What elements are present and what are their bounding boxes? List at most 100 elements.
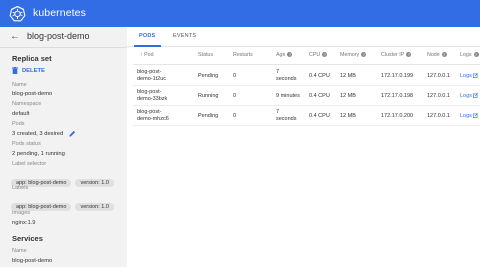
logs-label: Logs bbox=[460, 93, 472, 99]
pod-memory: 12 MB bbox=[340, 113, 356, 119]
row-divider bbox=[133, 85, 480, 86]
pod-cpu: 0.4 CPU bbox=[309, 73, 330, 79]
pod-logs-link[interactable]: Logs bbox=[460, 93, 478, 100]
pod-age: 9 minutes bbox=[276, 93, 300, 100]
pod-name-link[interactable]: blog-post-demo-33bzk bbox=[137, 89, 167, 103]
help-icon: ? bbox=[441, 52, 447, 58]
pod-node: 127.0.0.1 bbox=[427, 113, 450, 119]
pod-memory: 12 MB bbox=[340, 73, 356, 79]
open-in-new-icon bbox=[472, 73, 478, 79]
replica-set-section-title: Replica set bbox=[12, 54, 52, 63]
pods-status-value: 2 pending, 1 running bbox=[12, 151, 65, 157]
col-header-node-label: Node bbox=[427, 52, 440, 58]
pod-age-line: 7 bbox=[276, 69, 280, 75]
sort-arrow-icon: ↑ bbox=[140, 52, 143, 58]
open-in-new-icon bbox=[472, 113, 478, 119]
label-selector-label: Label selector bbox=[12, 161, 47, 167]
pod-age: 7 seconds bbox=[276, 109, 297, 123]
pod-logs-link[interactable]: Logs bbox=[460, 73, 478, 80]
pod-age-line: seconds bbox=[276, 76, 297, 82]
details-sidebar: ← blog-post-demo Replica set DELETE Name… bbox=[0, 27, 127, 267]
active-tab-indicator bbox=[134, 45, 161, 47]
images-label: Images bbox=[12, 210, 31, 216]
help-icon: ? bbox=[361, 52, 367, 58]
pod-age: 7 seconds bbox=[276, 69, 297, 83]
pod-cpu: 0.4 CPU bbox=[309, 113, 330, 119]
col-header-pod-label: Pod bbox=[144, 52, 154, 58]
col-header-logs-label: Logs bbox=[460, 52, 472, 58]
pod-status: Running bbox=[198, 93, 219, 99]
pod-cluster-ip: 172.17.0.200 bbox=[381, 113, 414, 119]
service-name-label: Name bbox=[12, 248, 27, 254]
label-chip: version: 1.0 bbox=[75, 203, 114, 211]
pod-restarts: 0 bbox=[233, 73, 237, 79]
detail-tabs: PODS EVENTS bbox=[127, 27, 480, 47]
pod-status: Pending bbox=[198, 113, 219, 119]
sidebar-divider bbox=[0, 47, 127, 48]
edit-pencil-icon[interactable] bbox=[69, 130, 76, 137]
logs-label: Logs bbox=[460, 73, 472, 79]
col-header-cpu[interactable]: CPU? bbox=[309, 52, 328, 58]
row-divider bbox=[133, 125, 480, 126]
pod-cluster-ip: 172.17.0.199 bbox=[381, 73, 414, 79]
table-header-divider bbox=[133, 64, 480, 65]
pod-node: 127.0.0.1 bbox=[427, 93, 450, 99]
help-icon: ? bbox=[287, 52, 293, 58]
namespace-value: default bbox=[12, 111, 30, 117]
pod-age-line: 7 bbox=[276, 109, 280, 115]
help-icon: ? bbox=[322, 52, 328, 58]
col-header-pod[interactable]: ↑ Pod bbox=[140, 52, 154, 58]
pod-name-line: demo-1t2uc bbox=[137, 76, 167, 82]
col-header-cluster-ip-label: Cluster IP bbox=[381, 52, 405, 58]
services-section-title: Services bbox=[12, 234, 43, 243]
pods-count-row: 3 created, 3 desired bbox=[12, 130, 76, 137]
page-title: blog-post-demo bbox=[27, 31, 90, 41]
row-divider bbox=[133, 105, 480, 106]
pod-memory: 12 MB bbox=[340, 93, 356, 99]
pod-name-line: demo-33bzk bbox=[137, 96, 168, 102]
pod-cpu: 0.4 CPU bbox=[309, 93, 330, 99]
name-value: blog-post-demo bbox=[12, 91, 53, 97]
pod-name-line: demo-mhzc6 bbox=[137, 116, 169, 122]
name-label: Name bbox=[12, 82, 27, 88]
tab-events[interactable]: EVENTS bbox=[173, 33, 196, 39]
trash-icon bbox=[12, 67, 18, 74]
col-header-restarts: Restarts bbox=[233, 52, 253, 58]
pods-label: Pods bbox=[12, 121, 25, 127]
pod-status: Pending bbox=[198, 73, 219, 79]
col-header-cluster-ip[interactable]: Cluster IP? bbox=[381, 52, 412, 58]
col-header-memory-label: Memory bbox=[340, 52, 360, 58]
kubernetes-logo-icon[interactable] bbox=[9, 5, 26, 22]
pod-cluster-ip: 172.17.0.198 bbox=[381, 93, 414, 99]
pod-name-line: blog-post- bbox=[137, 109, 162, 115]
col-header-node[interactable]: Node? bbox=[427, 52, 447, 58]
service-name-value: blog-post-demo bbox=[12, 258, 53, 264]
help-icon: ? bbox=[473, 52, 479, 58]
delete-label: DELETE bbox=[22, 67, 45, 74]
col-header-logs[interactable]: Logs? bbox=[460, 52, 479, 58]
logs-label: Logs bbox=[460, 113, 472, 119]
pods-count-value: 3 created, 3 desired bbox=[12, 131, 64, 138]
pod-name-link[interactable]: blog-post-demo-1t2uc bbox=[137, 69, 166, 83]
open-in-new-icon bbox=[472, 93, 478, 99]
pod-logs-link[interactable]: Logs bbox=[460, 113, 478, 120]
label-chip: version: 1.0 bbox=[75, 179, 114, 187]
col-header-status: Status bbox=[198, 52, 214, 58]
pod-name-link[interactable]: blog-post-demo-mhzc6 bbox=[137, 109, 169, 123]
pod-name-line: blog-post- bbox=[137, 89, 162, 95]
back-arrow-icon[interactable]: ← bbox=[10, 31, 20, 42]
pod-age-line: 9 minutes bbox=[276, 93, 300, 99]
col-header-age-label: Age bbox=[276, 52, 286, 58]
delete-button[interactable]: DELETE bbox=[12, 67, 45, 74]
labels-label: Labels bbox=[12, 185, 29, 191]
tab-pods[interactable]: PODS bbox=[139, 33, 155, 39]
help-icon: ? bbox=[406, 52, 412, 58]
pod-name-line: blog-post- bbox=[137, 69, 162, 75]
pods-status-label: Pods status bbox=[12, 141, 41, 147]
col-header-age[interactable]: Age? bbox=[276, 52, 293, 58]
app-brand-name: kubernetes bbox=[33, 7, 86, 19]
namespace-label: Namespace bbox=[12, 101, 42, 107]
pod-age-line: seconds bbox=[276, 116, 297, 122]
pod-restarts: 0 bbox=[233, 113, 237, 119]
col-header-memory[interactable]: Memory? bbox=[340, 52, 367, 58]
